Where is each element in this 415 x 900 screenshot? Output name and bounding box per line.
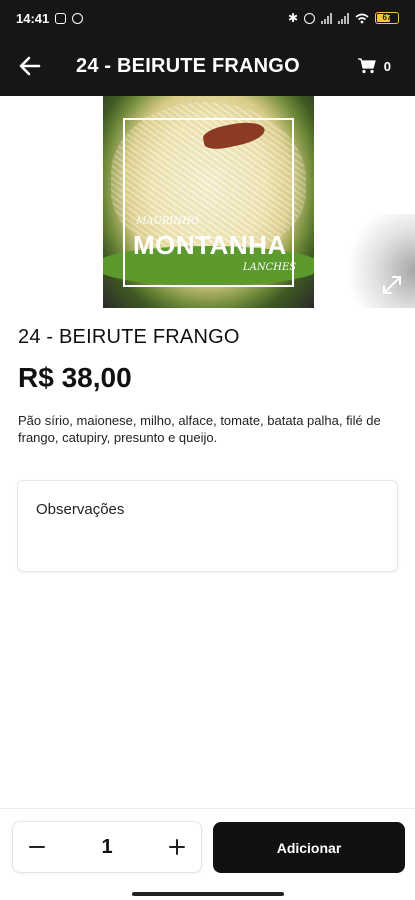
bottom-bar: 1 Adicionar (0, 808, 415, 900)
battery-icon: 67 (375, 12, 399, 24)
home-indicator[interactable] (132, 892, 284, 896)
product-image-area[interactable]: MAURINHO MONTANHA LANCHES (0, 96, 415, 308)
page-title: 24 - BEIRUTE FRANGO (76, 54, 300, 77)
decrease-button[interactable] (25, 835, 49, 859)
logo-text-top: MAURINHO (136, 216, 200, 227)
battery-level: 67 (382, 13, 392, 22)
add-button[interactable]: Adicionar (213, 822, 405, 873)
product-name: 24 - BEIRUTE FRANGO (18, 326, 240, 348)
product-description: Pão sírio, maionese, milho, alface, toma… (18, 413, 381, 445)
message-icon (55, 12, 67, 24)
sync-icon (72, 12, 84, 24)
quantity-stepper: 1 (12, 821, 202, 873)
image-shade (335, 214, 415, 308)
minus-icon (29, 846, 45, 848)
plus-icon (169, 839, 185, 855)
product-price: R$ 38,00 (18, 362, 132, 393)
expand-icon[interactable] (381, 274, 403, 296)
app-bar: 24 - BEIRUTE FRANGO 0 (0, 36, 415, 96)
back-button[interactable] (0, 36, 60, 96)
cart-count: 0 (383, 58, 391, 74)
alarm-icon (304, 12, 315, 24)
quantity-value: 1 (101, 835, 113, 858)
status-time: 14:41 (16, 10, 50, 26)
logo-text-sub: LANCHES (243, 262, 297, 273)
arrow-left-icon (19, 56, 41, 76)
status-right: ✱ 67 (288, 11, 399, 25)
status-bar: 14:41 ✱ 67 (0, 0, 415, 36)
logo-text-main: MONTANHA (133, 230, 287, 260)
cart-button[interactable]: 0 (357, 58, 391, 74)
notes-placeholder: Observações (36, 501, 125, 518)
status-left: 14:41 (16, 10, 84, 26)
cart-icon (357, 58, 376, 74)
notes-field[interactable]: Observações (17, 480, 398, 572)
bluetooth-icon: ✱ (287, 11, 298, 25)
product-photo: MAURINHO MONTANHA LANCHES (103, 96, 314, 308)
signal-icon-2 (338, 12, 349, 24)
wifi-icon (355, 13, 369, 23)
signal-icon (321, 12, 332, 24)
increase-button[interactable] (165, 835, 189, 859)
